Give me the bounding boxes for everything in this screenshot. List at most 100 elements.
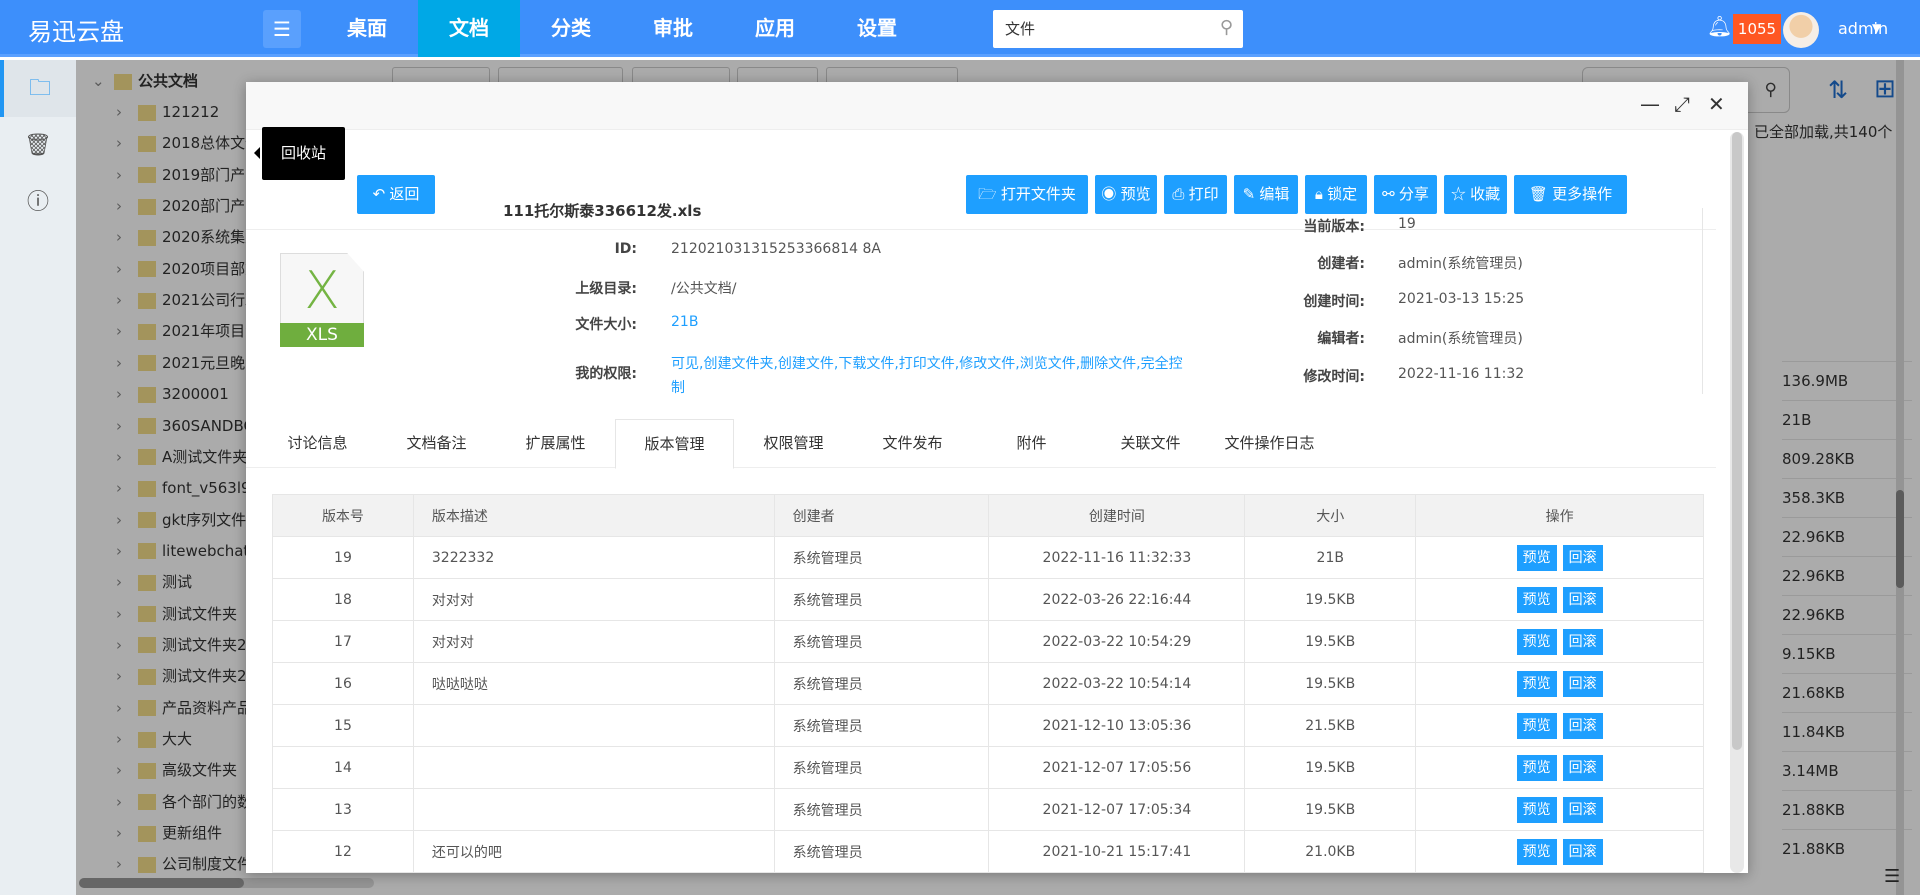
- version-table: 版本号 版本描述 创建者 创建时间 大小 操作 19 3222332 系统管理员 2022-11…: [272, 494, 1704, 873]
- column-header: 大小: [1244, 494, 1417, 537]
- info-label: 上级目录:: [575, 281, 637, 297]
- tab-item[interactable]: 文件发布: [853, 419, 972, 468]
- tab-item[interactable]: 版本管理: [615, 419, 734, 469]
- column-header: 创建时间: [988, 494, 1246, 537]
- table-cell: [412, 746, 775, 789]
- eye-button[interactable]: ◉ 预览: [1095, 175, 1157, 214]
- table-cell: 系统管理员: [773, 830, 990, 873]
- tab-item[interactable]: 扩展属性: [496, 419, 615, 468]
- preview-button[interactable]: 预览: [1516, 586, 1557, 613]
- tab-item[interactable]: 讨论信息: [258, 419, 377, 468]
- tab-item[interactable]: 文件操作日志: [1210, 419, 1329, 468]
- edit-button[interactable]: ✎ 编辑: [1234, 175, 1298, 214]
- column-header: 版本号: [272, 494, 414, 537]
- action-label: 编辑: [1259, 186, 1290, 203]
- table-cell: 2022-11-16 11:32:33: [988, 536, 1246, 579]
- table-cell: 17: [272, 620, 414, 663]
- table-cell: 19.5KB: [1244, 578, 1417, 621]
- actions-cell: 预览 回滚: [1415, 788, 1704, 831]
- table-cell: 13: [272, 788, 414, 831]
- nav-item[interactable]: 文档: [418, 0, 520, 57]
- info-value: 212021031315253366814 8A: [671, 241, 881, 257]
- avatar[interactable]: [1783, 12, 1819, 48]
- trash-button[interactable]: 🗑 更多操作: [1514, 175, 1627, 214]
- table-row: 19 3222332 系统管理员 2022-11-16 11:32:33 21B 预览 回滚: [272, 536, 1704, 579]
- table-cell: 15: [272, 704, 414, 747]
- tab-item[interactable]: 附件: [972, 419, 1091, 468]
- menu-toggle-button[interactable]: ☰: [263, 10, 301, 48]
- sidebar-item-documents[interactable]: 🗀: [0, 60, 76, 117]
- actions-cell: 预览 回滚: [1415, 578, 1704, 621]
- action-label: 更多操作: [1552, 186, 1613, 203]
- table-row: 18 对对对 系统管理员 2022-03-26 22:16:44 19.5KB 预览 回滚: [272, 578, 1704, 621]
- rollback-button[interactable]: 回滚: [1562, 586, 1603, 613]
- tab-item[interactable]: 文档备注: [377, 419, 496, 468]
- table-cell: 系统管理员: [773, 704, 990, 747]
- nav-item[interactable]: 桌面: [316, 0, 418, 57]
- rollback-button[interactable]: 回滚: [1562, 754, 1603, 781]
- back-button[interactable]: ↶ 返回: [357, 175, 435, 214]
- tab-item[interactable]: 权限管理: [734, 419, 853, 468]
- star-button[interactable]: ☆ 收藏: [1444, 175, 1507, 214]
- rollback-button[interactable]: 回滚: [1562, 628, 1603, 655]
- column-header: 操作: [1415, 494, 1704, 537]
- nav-item[interactable]: 设置: [826, 0, 928, 57]
- nav-item[interactable]: 审批: [622, 0, 724, 57]
- table-cell: 还可以的吧: [412, 830, 775, 873]
- tab-item[interactable]: 关联文件: [1091, 419, 1210, 468]
- sidebar-item-info[interactable]: ⓘ: [0, 174, 76, 231]
- info-label: 文件大小:: [575, 317, 637, 333]
- actions-cell: 预览 回滚: [1415, 704, 1704, 747]
- edit-icon: ✎: [1242, 186, 1260, 203]
- info-value: admin(系统管理员): [1398, 256, 1523, 272]
- table-cell: 2021-12-07 17:05:34: [988, 788, 1246, 831]
- rollback-button[interactable]: 回滚: [1562, 544, 1603, 571]
- notification-badge[interactable]: 1055: [1733, 14, 1781, 44]
- table-cell: 系统管理员: [773, 536, 990, 579]
- preview-button[interactable]: 预览: [1516, 712, 1557, 739]
- star-icon: ☆: [1450, 186, 1471, 203]
- table-row: 15 系统管理员 2021-12-10 13:05:36 21.5KB 预览 回滚: [272, 704, 1704, 747]
- nav-item[interactable]: 分类: [520, 0, 622, 57]
- info-value: 可见,创建文件夹,创建文件,下载文件,打印文件,修改文件,浏览文件,删除文件,完…: [671, 356, 1183, 396]
- table-cell: 21.0KB: [1244, 830, 1417, 873]
- table-cell: [412, 788, 775, 831]
- folder-icon: 🗀: [28, 76, 51, 101]
- info-label: 编辑者:: [1317, 331, 1365, 347]
- preview-button[interactable]: 预览: [1516, 838, 1557, 865]
- printer-button[interactable]: ⎙ 打印: [1164, 175, 1227, 214]
- actions-cell: 预览 回滚: [1415, 830, 1704, 873]
- rollback-button[interactable]: 回滚: [1562, 670, 1603, 697]
- maximize-icon[interactable]: ⤢: [1674, 92, 1690, 116]
- folder-open-button[interactable]: 🗁 打开文件夹: [966, 175, 1088, 214]
- preview-button[interactable]: 预览: [1516, 796, 1557, 823]
- actions-cell: 预览 回滚: [1415, 620, 1704, 663]
- info-label: 创建时间:: [1303, 294, 1365, 310]
- preview-button[interactable]: 预览: [1516, 754, 1557, 781]
- nav-item[interactable]: 应用: [724, 0, 826, 57]
- share-button[interactable]: ⚯ 分享: [1374, 175, 1437, 214]
- lock-button[interactable]: 🔒︎ 锁定: [1305, 175, 1367, 214]
- preview-button[interactable]: 预览: [1516, 628, 1557, 655]
- preview-button[interactable]: 预览: [1516, 544, 1557, 571]
- rollback-button[interactable]: 回滚: [1562, 838, 1603, 865]
- info-value: 2021-03-13 15:25: [1398, 291, 1525, 307]
- table-row: 12 还可以的吧 系统管理员 2021-10-21 15:17:41 21.0KB 预览回…: [272, 830, 1704, 873]
- search-icon[interactable]: ⚲: [1220, 17, 1233, 38]
- recycle-bin-tooltip: 回收站: [254, 127, 345, 180]
- dialog-scrollbar[interactable]: [1730, 132, 1744, 873]
- caret-down-icon[interactable]: ▼: [1872, 21, 1881, 35]
- lock-icon: 🔒︎: [1314, 186, 1328, 203]
- bell-icon[interactable]: 🔔︎: [1707, 14, 1732, 38]
- minimize-icon[interactable]: —: [1640, 92, 1660, 116]
- rollback-button[interactable]: 回滚: [1562, 796, 1603, 823]
- close-icon[interactable]: ✕: [1708, 92, 1725, 116]
- action-label: 收藏: [1470, 186, 1501, 203]
- printer-icon: ⎙: [1172, 186, 1189, 203]
- top-bar: 易迅云盘 ☰ 桌面文档分类审批应用设置 ⚲ 🔔︎ 1055 admin ▼: [0, 0, 1920, 57]
- preview-button[interactable]: 预览: [1516, 670, 1557, 697]
- sidebar-item-recycle-bin[interactable]: 🗑: [0, 117, 76, 174]
- table-row: 13 系统管理员 2021-12-07 17:05:34 19.5KB 预览 回滚: [272, 788, 1704, 831]
- search-input[interactable]: [1005, 19, 1205, 37]
- rollback-button[interactable]: 回滚: [1562, 712, 1603, 739]
